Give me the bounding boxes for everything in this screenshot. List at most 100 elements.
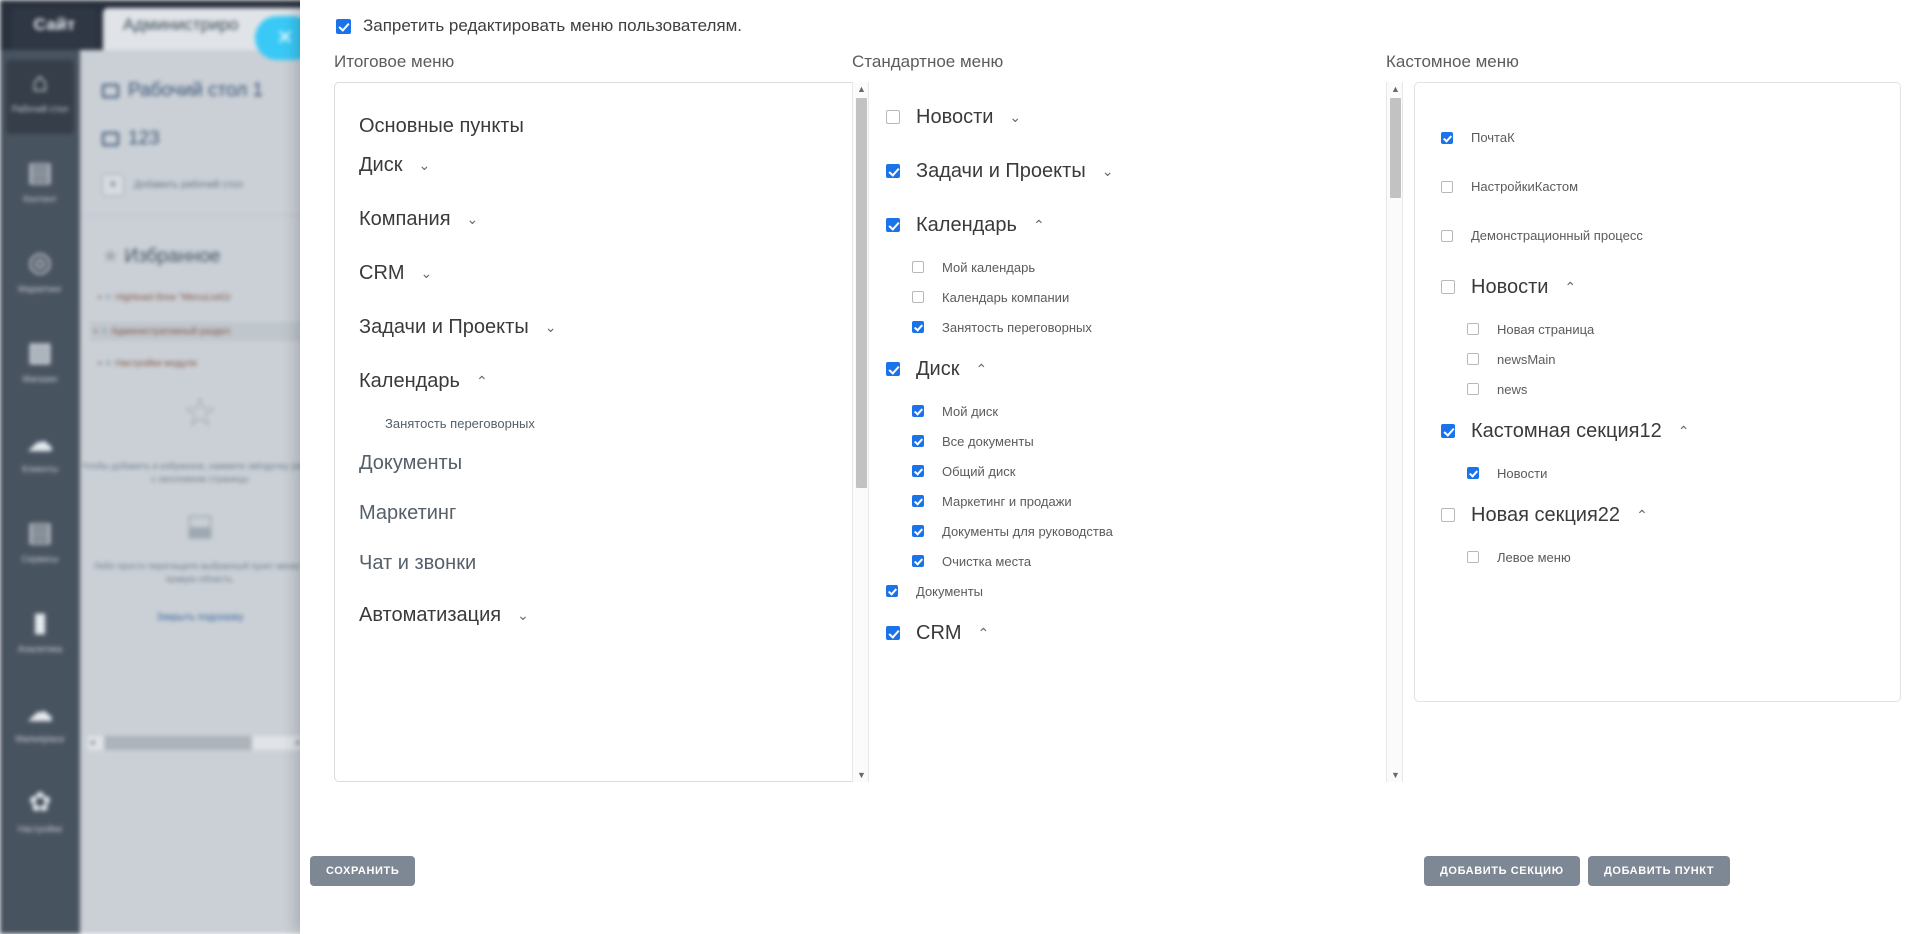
chevron-down-icon[interactable]: ⌄ <box>418 158 430 172</box>
chevron-up-icon[interactable]: ⌃ <box>1636 508 1648 522</box>
menu-row[interactable]: Кастомная секция12 ⌃ <box>1441 404 1900 458</box>
disallow-user-edit-checkbox[interactable] <box>336 18 351 34</box>
menu-row-checkbox[interactable] <box>1467 323 1479 335</box>
menu-row[interactable]: Диск ⌄ <box>359 138 853 192</box>
menu-row[interactable]: Мой диск <box>886 396 1397 426</box>
menu-row[interactable]: CRM ⌄ <box>359 246 853 300</box>
menu-row[interactable]: Все документы <box>886 426 1397 456</box>
menu-row[interactable]: Задачи и Проекты ⌄ <box>886 144 1397 198</box>
menu-row[interactable]: Занятость переговорных <box>359 408 853 438</box>
disallow-user-edit-row[interactable]: Запретить редактировать меню пользовател… <box>336 16 742 36</box>
menu-row[interactable]: Новая секция22 ⌃ <box>1441 488 1900 542</box>
menu-row[interactable]: Новости <box>1441 458 1900 488</box>
menu-row-checkbox[interactable] <box>1467 383 1479 395</box>
chevron-down-icon[interactable]: ⌄ <box>1102 164 1114 178</box>
menu-row[interactable]: Диск ⌃ <box>886 342 1397 396</box>
scrollbar-thumb[interactable] <box>1390 98 1401 198</box>
menu-row[interactable]: Маркетинг <box>359 488 853 538</box>
menu-row[interactable]: Автоматизация ⌄ <box>359 588 853 642</box>
bg-workspace-2[interactable]: 123 <box>102 128 160 150</box>
menu-row-checkbox[interactable] <box>912 291 924 303</box>
bg-nav-clients[interactable]: ☁ Клиенты <box>6 420 74 494</box>
scroll-up-icon[interactable]: ▲ <box>853 82 870 96</box>
menu-row-checkbox[interactable] <box>912 435 924 447</box>
bg-horizontal-scrollbar[interactable]: ◂ ▸ <box>88 736 303 750</box>
bg-nav-settings[interactable]: ✿ Настройки <box>6 780 74 854</box>
bg-favorite-item[interactable]: ▪ ★ Настройки модуля <box>98 358 197 369</box>
menu-row-checkbox[interactable] <box>912 525 924 537</box>
menu-row[interactable]: Очистка места <box>886 546 1397 576</box>
bg-tab-site[interactable]: Сайт <box>12 8 97 50</box>
menu-row-checkbox[interactable] <box>886 362 900 376</box>
menu-row-checkbox[interactable] <box>912 555 924 567</box>
menu-row[interactable]: CRM ⌃ <box>886 606 1397 660</box>
menu-row-checkbox[interactable] <box>886 218 900 232</box>
menu-row[interactable]: Чат и звонки <box>359 538 853 588</box>
bg-nav-shop[interactable]: ▩ Магазин <box>6 330 74 404</box>
menu-row-checkbox[interactable] <box>1441 131 1453 144</box>
menu-row[interactable]: Новости ⌄ <box>886 90 1397 144</box>
menu-row-checkbox[interactable] <box>1441 508 1455 522</box>
menu-row[interactable]: Новая страница <box>1441 314 1900 344</box>
menu-row[interactable]: Демонстрационный процесс <box>1441 211 1900 260</box>
menu-row-checkbox[interactable] <box>912 495 924 507</box>
menu-row-checkbox[interactable] <box>1467 551 1479 563</box>
chevron-down-icon[interactable]: ⌄ <box>1009 110 1021 124</box>
scroll-up-icon[interactable]: ▲ <box>1387 82 1404 96</box>
bg-favorite-item[interactable]: ▪ ★ Административный раздел <box>90 322 318 341</box>
menu-row[interactable]: Новости ⌃ <box>1441 260 1900 314</box>
chevron-up-icon[interactable]: ⌃ <box>1678 424 1690 438</box>
menu-row[interactable]: Документы <box>886 576 1397 606</box>
menu-row-checkbox[interactable] <box>1441 424 1455 438</box>
bg-nav-analytics[interactable]: ▮ Аналитика <box>6 600 74 674</box>
menu-row-checkbox[interactable] <box>886 585 898 597</box>
menu-row[interactable]: news <box>1441 374 1900 404</box>
chevron-up-icon[interactable]: ⌃ <box>476 374 488 388</box>
bg-nav-marketplace[interactable]: ☁ Marketplace <box>6 690 74 764</box>
menu-row[interactable]: Документы для руководства <box>886 516 1397 546</box>
chevron-up-icon[interactable]: ⌃ <box>1033 218 1045 232</box>
menu-row-checkbox[interactable] <box>912 465 924 477</box>
menu-row[interactable]: ПочтаК <box>1441 113 1900 162</box>
menu-row-checkbox[interactable] <box>886 164 900 178</box>
scroll-down-icon[interactable]: ▼ <box>853 768 870 782</box>
menu-row[interactable]: Левое меню <box>1441 542 1900 572</box>
menu-row-checkbox[interactable] <box>912 261 924 273</box>
menu-row[interactable]: Документы <box>359 438 853 488</box>
chevron-down-icon[interactable]: ⌄ <box>467 212 479 226</box>
menu-row[interactable]: newsMain <box>1441 344 1900 374</box>
menu-row[interactable]: Задачи и Проекты ⌄ <box>359 300 853 354</box>
bg-add-workspace[interactable]: + Добавить рабочий стол <box>102 174 243 196</box>
menu-row-checkbox[interactable] <box>1467 467 1479 479</box>
chevron-up-icon[interactable]: ⌃ <box>975 362 987 376</box>
menu-row[interactable]: НастройкиКастом <box>1441 162 1900 211</box>
chevron-down-icon[interactable]: ⌄ <box>517 608 529 622</box>
menu-row[interactable]: Маркетинг и продажи <box>886 486 1397 516</box>
standard-menu-scrollbar[interactable]: ▲ ▼ <box>852 82 869 782</box>
menu-row[interactable]: Компания ⌄ <box>359 192 853 246</box>
menu-row[interactable]: Мой календарь <box>886 252 1397 282</box>
bg-hint-close-link[interactable]: Закрыть подсказку <box>80 612 320 623</box>
scroll-down-icon[interactable]: ▼ <box>1387 768 1404 782</box>
menu-row-checkbox[interactable] <box>1441 229 1453 242</box>
menu-row-checkbox[interactable] <box>912 321 924 333</box>
bg-nav-content[interactable]: ▤ Контент <box>6 150 74 224</box>
chevron-down-icon[interactable]: ⌄ <box>545 320 557 334</box>
bg-nav-marketing[interactable]: ◎ Маркетинг <box>6 240 74 314</box>
menu-row[interactable]: Занятость переговорных <box>886 312 1397 342</box>
chevron-up-icon[interactable]: ⌃ <box>1564 280 1576 294</box>
chevron-down-icon[interactable]: ⌄ <box>421 266 433 280</box>
bg-workspace-1[interactable]: Рабочий стол 1 <box>102 80 263 102</box>
menu-row[interactable]: Календарь ⌃ <box>886 198 1397 252</box>
custom-menu-scrollbar[interactable]: ▲ ▼ <box>1386 82 1403 782</box>
save-button[interactable]: Сохранить <box>310 856 416 886</box>
menu-row-checkbox[interactable] <box>886 110 900 124</box>
menu-row-checkbox[interactable] <box>1441 180 1453 193</box>
scrollbar-thumb[interactable] <box>856 98 867 488</box>
bg-favorite-item[interactable]: ▪ ★ Highload-блок "MenuListGr <box>98 292 231 303</box>
bg-nav-services[interactable]: ▤ Сервисы <box>6 510 74 584</box>
add-section-button[interactable]: Добавить секцию <box>1424 856 1580 886</box>
menu-row-checkbox[interactable] <box>912 405 924 417</box>
menu-row-checkbox[interactable] <box>886 626 900 640</box>
menu-row[interactable]: Календарь ⌃ <box>359 354 853 408</box>
